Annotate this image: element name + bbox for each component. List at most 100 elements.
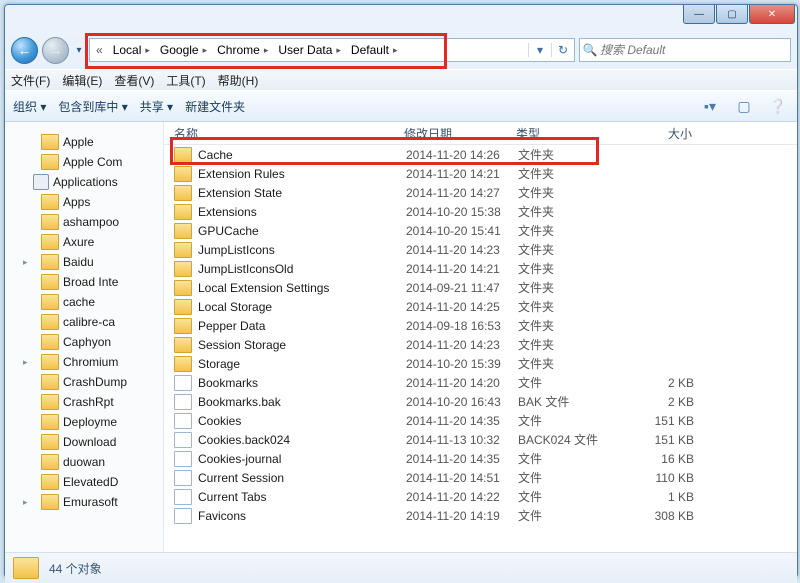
tree-item[interactable]: Apps	[5, 192, 163, 212]
file-row[interactable]: Session Storage2014-11-20 14:23文件夹	[164, 335, 797, 354]
tree-item[interactable]: CrashRpt	[5, 392, 163, 412]
file-row[interactable]: GPUCache2014-10-20 15:41文件夹	[164, 221, 797, 240]
minimize-button[interactable]: —	[683, 5, 715, 24]
status-bar: 44 个对象	[5, 552, 797, 583]
tree-item[interactable]: Deployme	[5, 412, 163, 432]
file-row[interactable]: Local Storage2014-11-20 14:25文件夹	[164, 297, 797, 316]
file-icon	[174, 451, 192, 467]
file-icon	[174, 394, 192, 410]
tree-item[interactable]: calibre-ca	[5, 312, 163, 332]
forward-button[interactable]: →	[42, 37, 69, 64]
menu-item[interactable]: 文件(F)	[11, 72, 50, 89]
refresh-button[interactable]: ↻	[551, 43, 574, 57]
tree-item[interactable]: Apple	[5, 132, 163, 152]
breadcrumb-item[interactable]: User Data▸	[272, 43, 345, 57]
tree-item[interactable]: Apple Com	[5, 152, 163, 172]
explorer-window: — ▢ ✕ ← → ▾ «Local▸Google▸Chrome▸User Da…	[4, 4, 798, 578]
file-list[interactable]: Cache2014-11-20 14:26文件夹Extension Rules2…	[164, 145, 797, 552]
file-row[interactable]: Bookmarks2014-11-20 14:20文件2 KB	[164, 373, 797, 392]
folder-icon	[174, 223, 192, 239]
file-icon	[174, 432, 192, 448]
folder-icon	[174, 337, 192, 353]
maximize-button[interactable]: ▢	[716, 5, 748, 24]
address-dropdown-icon[interactable]: ▾	[528, 43, 551, 57]
file-row[interactable]: Pepper Data2014-09-18 16:53文件夹	[164, 316, 797, 335]
file-row[interactable]: Favicons2014-11-20 14:19文件308 KB	[164, 506, 797, 525]
file-row[interactable]: Storage2014-10-20 15:39文件夹	[164, 354, 797, 373]
tree-item[interactable]: cache	[5, 292, 163, 312]
menu-item[interactable]: 工具(T)	[166, 72, 205, 89]
nav-history-dropdown[interactable]: ▾	[73, 45, 85, 56]
folder-icon	[174, 299, 192, 315]
file-icon	[174, 413, 192, 429]
help-button[interactable]: ❔	[767, 98, 789, 115]
col-type[interactable]: 类型	[516, 125, 622, 142]
breadcrumb-overflow[interactable]: «	[90, 43, 107, 57]
col-name[interactable]: 名称	[174, 125, 404, 142]
menu-item[interactable]: 帮助(H)	[218, 72, 259, 89]
tree-item[interactable]: ▸Emurasoft	[5, 492, 163, 512]
menu-item[interactable]: 编辑(E)	[62, 72, 102, 89]
column-headers[interactable]: 名称 修改日期 类型 大小	[164, 122, 797, 145]
file-icon	[174, 470, 192, 486]
file-row[interactable]: Extensions2014-10-20 15:38文件夹	[164, 202, 797, 221]
tree-item[interactable]: CrashDump	[5, 372, 163, 392]
search-icon: 🔍	[580, 43, 600, 57]
file-icon	[174, 508, 192, 524]
folder-tree[interactable]: AppleApple ComApplicationsAppsashampooAx…	[5, 122, 164, 552]
file-row[interactable]: Extension State2014-11-20 14:27文件夹	[164, 183, 797, 202]
file-list-panel: 名称 修改日期 类型 大小 Cache2014-11-20 14:26文件夹Ex…	[164, 122, 797, 552]
file-row[interactable]: Current Tabs2014-11-20 14:22文件1 KB	[164, 487, 797, 506]
organize-button[interactable]: 组织 ▾	[13, 98, 46, 115]
breadcrumb-item[interactable]: Local▸	[107, 43, 154, 57]
tree-item[interactable]: Axure	[5, 232, 163, 252]
title-bar: — ▢ ✕	[5, 5, 797, 33]
col-size[interactable]: 大小	[622, 125, 702, 142]
file-row[interactable]: Cache2014-11-20 14:26文件夹	[164, 145, 797, 164]
file-row[interactable]: Cookies2014-11-20 14:35文件151 KB	[164, 411, 797, 430]
address-bar[interactable]: «Local▸Google▸Chrome▸User Data▸Default▸ ▾…	[89, 38, 575, 62]
breadcrumb-item[interactable]: Google▸	[154, 43, 211, 57]
file-row[interactable]: Cookies-journal2014-11-20 14:35文件16 KB	[164, 449, 797, 468]
file-row[interactable]: JumpListIconsOld2014-11-20 14:21文件夹	[164, 259, 797, 278]
search-input[interactable]	[600, 43, 790, 57]
breadcrumb-item[interactable]: Chrome▸	[211, 43, 272, 57]
file-icon	[174, 375, 192, 391]
folder-icon	[174, 242, 192, 258]
file-row[interactable]: Bookmarks.bak2014-10-20 16:43BAK 文件2 KB	[164, 392, 797, 411]
tree-item[interactable]: Caphyon	[5, 332, 163, 352]
menu-bar: 文件(F) 编辑(E) 查看(V) 工具(T) 帮助(H)	[5, 69, 797, 90]
file-row[interactable]: Extension Rules2014-11-20 14:21文件夹	[164, 164, 797, 183]
include-button[interactable]: 包含到库中 ▾	[58, 98, 127, 115]
folder-icon	[174, 185, 192, 201]
folder-icon	[174, 261, 192, 277]
folder-icon	[174, 166, 192, 182]
tree-item[interactable]: ashampoo	[5, 212, 163, 232]
file-row[interactable]: Cookies.back0242014-11-13 10:32BACK024 文…	[164, 430, 797, 449]
new-folder-button[interactable]: 新建文件夹	[185, 98, 245, 115]
back-button[interactable]: ←	[11, 37, 38, 64]
folder-icon	[174, 280, 192, 296]
file-row[interactable]: Current Session2014-11-20 14:51文件110 KB	[164, 468, 797, 487]
folder-icon	[174, 147, 192, 163]
tree-item[interactable]: Broad Inte	[5, 272, 163, 292]
file-row[interactable]: JumpListIcons2014-11-20 14:23文件夹	[164, 240, 797, 259]
status-text: 44 个对象	[49, 560, 102, 577]
tree-item[interactable]: ▸Baidu	[5, 252, 163, 272]
tree-item[interactable]: duowan	[5, 452, 163, 472]
content-area: AppleApple ComApplicationsAppsashampooAx…	[5, 122, 797, 552]
preview-pane-button[interactable]: ▢	[733, 98, 755, 115]
tree-item[interactable]: Applications	[5, 172, 163, 192]
breadcrumb-item[interactable]: Default▸	[345, 43, 402, 57]
share-button[interactable]: 共享 ▾	[140, 98, 173, 115]
tree-item[interactable]: Download	[5, 432, 163, 452]
file-row[interactable]: Local Extension Settings2014-09-21 11:47…	[164, 278, 797, 297]
tree-item[interactable]: ▸Chromium	[5, 352, 163, 372]
menu-item[interactable]: 查看(V)	[114, 72, 154, 89]
folder-icon	[174, 318, 192, 334]
close-button[interactable]: ✕	[749, 5, 795, 24]
view-mode-button[interactable]: ▪▾	[699, 98, 721, 115]
search-box[interactable]: 🔍	[579, 38, 791, 62]
col-date[interactable]: 修改日期	[404, 125, 516, 142]
tree-item[interactable]: ElevatedD	[5, 472, 163, 492]
